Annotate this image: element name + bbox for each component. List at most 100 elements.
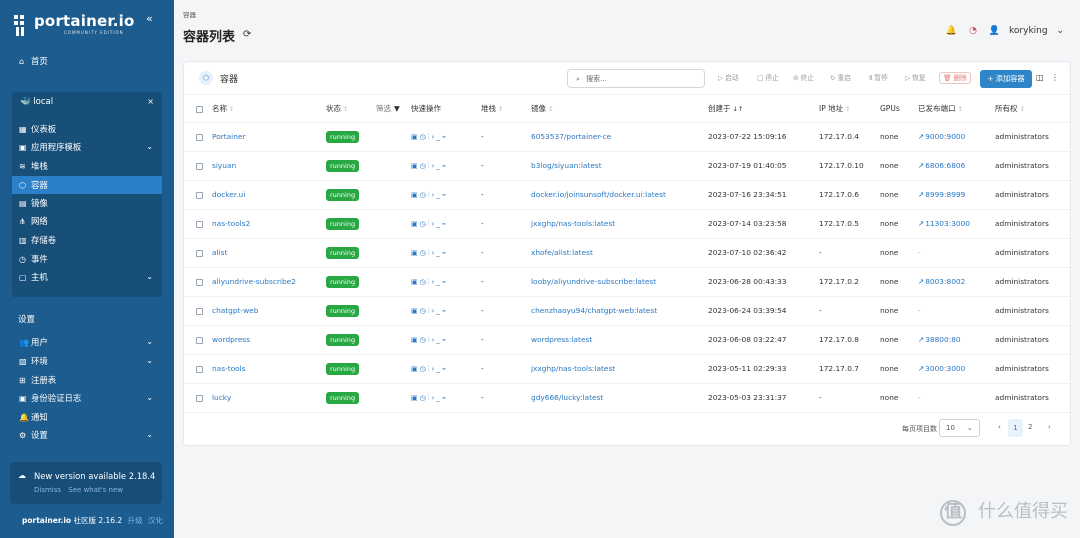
sidebar-item-host[interactable]: ▢ 主机 ⌄ — [12, 268, 162, 286]
image-link[interactable]: 6053537/portainer-ce — [531, 132, 611, 141]
quick-actions-icons[interactable]: ▣◷⫶›_⌁ — [411, 278, 448, 286]
quick-actions-icons[interactable]: ▣◷⫶›_⌁ — [411, 133, 448, 141]
dismiss-link[interactable]: Dismiss — [34, 486, 61, 494]
header-ownership[interactable]: 所有权 ↕ — [995, 96, 1070, 123]
container-name-link[interactable]: nas-tools — [212, 364, 246, 373]
help-icon[interactable]: ◔ — [969, 26, 977, 36]
table-row[interactable]: nas-tools2 running ▣◷⫶›_⌁ - jxxghp/nas-t… — [184, 209, 1070, 239]
table-row[interactable]: nas-tools running ▣◷⫶›_⌁ - jxxghp/nas-to… — [184, 354, 1070, 384]
sidebar-item-environments[interactable]: ▧ 环境 ⌄ — [12, 352, 162, 370]
close-environment-icon[interactable]: × — [147, 97, 154, 106]
table-row[interactable]: wordpress running ▣◷⫶›_⌁ - wordpress:lat… — [184, 325, 1070, 355]
row-checkbox[interactable] — [196, 133, 203, 141]
sidebar-item-auth-logs[interactable]: ▣ 身份验证日志 ⌄ — [12, 389, 162, 407]
page-1-button[interactable]: 1 — [1008, 419, 1023, 437]
table-row[interactable]: siyuan running ▣◷⫶›_⌁ - b3log/siyuan:lat… — [184, 151, 1070, 181]
refresh-icon[interactable]: ⟳ — [243, 29, 251, 40]
notification-bell-icon[interactable]: 🔔 — [946, 26, 957, 36]
image-link[interactable]: chenzhaoyu94/chatgpt-web:latest — [531, 306, 657, 315]
header-created[interactable]: 创建于 ↓↑ — [708, 96, 819, 123]
published-port-link[interactable]: ↗3000:3000 — [918, 364, 965, 373]
container-name-link[interactable]: Portainer — [212, 132, 246, 141]
sidebar-item-networks[interactable]: ⋔ 网络 — [12, 212, 162, 230]
quick-actions-icons[interactable]: ▣◷⫶›_⌁ — [411, 365, 448, 373]
quick-actions-icons[interactable]: ▣◷⫶›_⌁ — [411, 249, 448, 257]
published-port-link[interactable]: ↗8003:8002 — [918, 277, 965, 286]
row-checkbox[interactable] — [196, 191, 203, 199]
stop-button[interactable]: □ 停止 — [757, 72, 779, 82]
quick-actions-icons[interactable]: ▣◷⫶›_⌁ — [411, 336, 448, 344]
published-port-link[interactable]: ↗8999:8999 — [918, 190, 965, 199]
image-link[interactable]: jxxghp/nas-tools:latest — [531, 219, 615, 228]
table-row[interactable]: Portainer running ▣◷⫶›_⌁ - 6053537/porta… — [184, 122, 1070, 152]
container-name-link[interactable]: chatgpt-web — [212, 306, 258, 315]
table-row[interactable]: alist running ▣◷⫶›_⌁ - xhofe/alist:lates… — [184, 238, 1070, 268]
delete-button[interactable]: 🗑 删除 — [939, 72, 971, 84]
image-link[interactable]: looby/aliyundrive-subscribe:latest — [531, 277, 656, 286]
row-checkbox[interactable] — [196, 307, 203, 315]
published-port-link[interactable]: ↗6806:6806 — [918, 161, 965, 170]
table-row[interactable]: lucky running ▣◷⫶›_⌁ - gdy666/lucky:late… — [184, 383, 1070, 413]
table-row[interactable]: aliyundrive-subscribe2 running ▣◷⫶›_⌁ - … — [184, 267, 1070, 297]
resume-button[interactable]: ▷ 恢复 — [905, 72, 926, 82]
collapse-sidebar-icon[interactable]: « — [146, 12, 153, 25]
row-checkbox[interactable] — [196, 249, 203, 257]
sidebar-item-notifications[interactable]: 🔔 通知 — [12, 408, 162, 426]
container-name-link[interactable]: docker.ui — [212, 190, 245, 199]
header-filter[interactable]: 筛选 ▼ — [376, 96, 411, 123]
header-image[interactable]: 镜像 ↕ — [531, 96, 708, 123]
table-row[interactable]: docker.ui running ▣◷⫶›_⌁ - docker.io/joi… — [184, 180, 1070, 210]
container-name-link[interactable]: aliyundrive-subscribe2 — [212, 277, 296, 286]
image-link[interactable]: jxxghp/nas-tools:latest — [531, 364, 615, 373]
row-checkbox[interactable] — [196, 220, 203, 228]
published-port-link[interactable]: ↗38800:80 — [918, 335, 961, 344]
container-name-link[interactable]: alist — [212, 248, 227, 257]
page-2-button[interactable]: 2 — [1028, 423, 1032, 431]
columns-icon[interactable]: ◫ — [1036, 73, 1044, 82]
row-checkbox[interactable] — [196, 394, 203, 402]
row-checkbox[interactable] — [196, 336, 203, 344]
next-page-button[interactable]: › — [1048, 423, 1051, 431]
header-stack[interactable]: 堆栈 ↕ — [481, 96, 531, 123]
quick-actions-icons[interactable]: ▣◷⫶›_⌁ — [411, 220, 448, 228]
start-button[interactable]: ▷ 启动 — [718, 72, 739, 82]
image-link[interactable]: xhofe/alist:latest — [531, 248, 593, 257]
sidebar-item-home[interactable]: ⌂ 首页 — [12, 52, 162, 70]
prev-page-button[interactable]: ‹ — [998, 423, 1001, 431]
quick-actions-icons[interactable]: ▣◷⫶›_⌁ — [411, 307, 448, 315]
portainer-logo[interactable]: portainer.io COMMUNITY EDITION — [12, 12, 162, 40]
sidebar-item-app-templates[interactable]: ▣ 应用程序模板 ⌄ — [12, 138, 162, 156]
sidebar-item-events[interactable]: ◷ 事件 — [12, 250, 162, 268]
sidebar-item-volumes[interactable]: ▥ 存储卷 — [12, 231, 162, 249]
header-ports[interactable]: 已发布端口 ↕ — [918, 96, 995, 123]
sidebar-item-settings[interactable]: ⚙ 设置 ⌄ — [12, 426, 162, 444]
localized-link[interactable]: 汉化 — [148, 516, 163, 525]
published-port-link[interactable]: ↗11303:3000 — [918, 219, 970, 228]
header-name[interactable]: 名称 ↕ — [212, 96, 326, 123]
row-checkbox[interactable] — [196, 365, 203, 373]
upgrade-link[interactable]: 升级 — [128, 516, 143, 525]
header-state[interactable]: 状态 ↕ — [326, 96, 376, 123]
quick-actions-icons[interactable]: ▣◷⫶›_⌁ — [411, 191, 448, 199]
header-ip[interactable]: IP 地址 ↕ — [819, 96, 880, 123]
sidebar-item-registries[interactable]: ⊞ 注册表 — [12, 371, 162, 389]
add-container-button[interactable]: + 添加容器 — [980, 70, 1032, 88]
image-link[interactable]: wordpress:latest — [531, 335, 592, 344]
restart-button[interactable]: ↻ 重启 — [830, 72, 851, 82]
table-row[interactable]: chatgpt-web running ▣◷⫶›_⌁ - chenzhaoyu9… — [184, 296, 1070, 326]
container-name-link[interactable]: nas-tools2 — [212, 219, 250, 228]
container-name-link[interactable]: siyuan — [212, 161, 236, 170]
sidebar-item-users[interactable]: 👥 用户 ⌄ — [12, 333, 162, 351]
row-checkbox[interactable] — [196, 278, 203, 286]
container-name-link[interactable]: lucky — [212, 393, 231, 402]
user-menu[interactable]: 👤 koryking ⌄ — [989, 26, 1064, 36]
row-checkbox[interactable] — [196, 162, 203, 170]
kill-button[interactable]: ⊘ 终止 — [793, 72, 814, 82]
pause-button[interactable]: Ⅱ 暂停 — [869, 72, 888, 82]
sidebar-item-stacks[interactable]: ≋ 堆栈 — [12, 157, 162, 175]
image-link[interactable]: docker.io/joinsunsoft/docker.ui:latest — [531, 190, 666, 199]
sidebar-item-images[interactable]: ▤ 镜像 — [12, 194, 162, 212]
sidebar-item-dashboard[interactable]: ▦ 仪表板 — [12, 120, 162, 138]
image-link[interactable]: b3log/siyuan:latest — [531, 161, 602, 170]
search-input[interactable]: ⌕ 搜索... — [567, 69, 705, 88]
